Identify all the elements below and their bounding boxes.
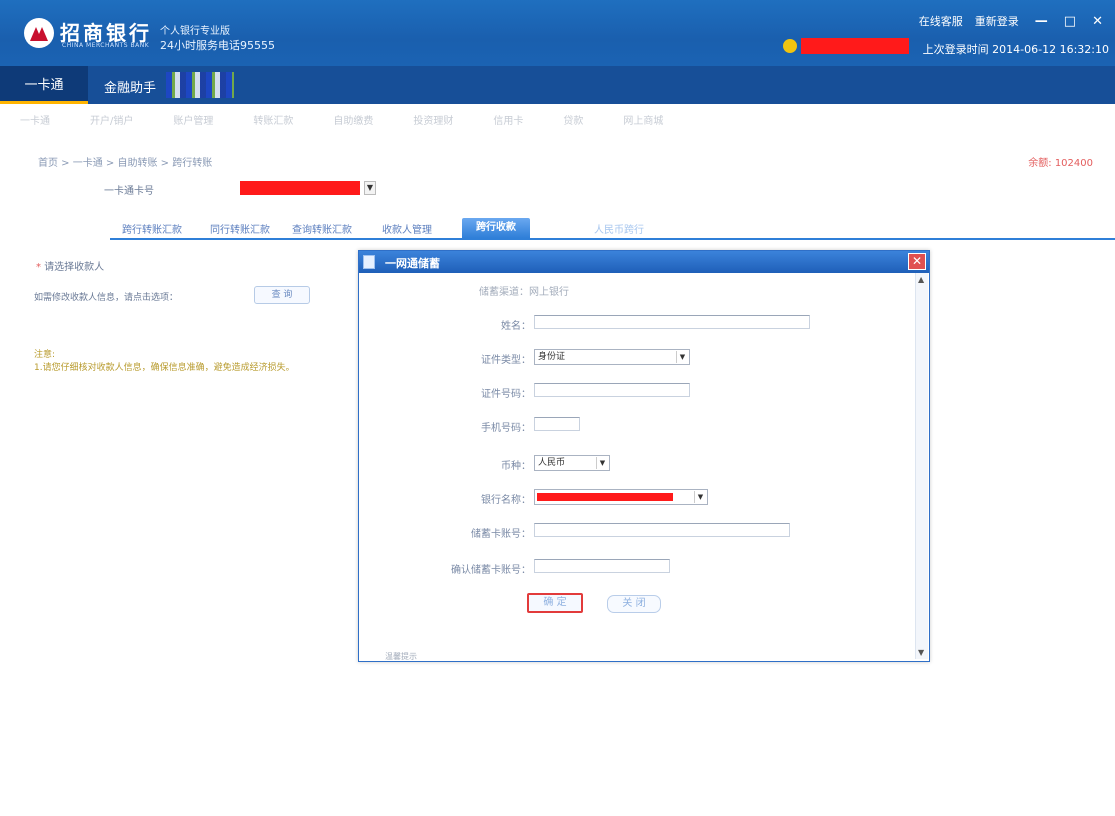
bank-logo-icon (24, 18, 54, 48)
subnav-item[interactable]: 贷款 (563, 112, 583, 127)
tab-query-transfer[interactable]: 查询转账汇款 (292, 221, 352, 236)
close-icon[interactable]: ✕ (908, 253, 926, 270)
dialog-title: 一网通储蓄 (385, 257, 440, 270)
subnav-item[interactable]: 投资理财 (413, 112, 453, 127)
redacted-bank-name (537, 493, 673, 501)
submit-button[interactable]: 确 定 (527, 593, 583, 613)
transfer-tabs: 跨行转账汇款 同行转账汇款 查询转账汇款 收款人管理 跨行收款 人民币跨行 (110, 218, 1115, 240)
currency-value: 人民币 (538, 458, 566, 468)
tab-interbank-transfer[interactable]: 跨行转账汇款 (122, 221, 182, 236)
online-service-link[interactable]: 在线客服 (919, 13, 963, 29)
chevron-down-icon[interactable]: ▼ (596, 457, 608, 469)
breadcrumb: 首页 > 一卡通 > 自助转账 > 跨行转账 (38, 158, 213, 169)
sub-nav: 一卡通 开户/销户 账户管理 转账汇款 自助缴费 投资理财 信用卡 贷款 网上商… (20, 112, 663, 127)
side-tip: 如需修改收款人信息，请点击选项： (34, 293, 179, 303)
tab-interbank-receive[interactable]: 跨行收款 (462, 218, 530, 238)
subnav-item[interactable]: 账户管理 (173, 112, 213, 127)
required-star-icon: * (36, 262, 41, 273)
channel-static: 储蓄渠道：网上银行 (479, 287, 569, 298)
chevron-down-icon[interactable]: ▼ (694, 491, 706, 503)
minimize-icon[interactable]: — (1035, 14, 1048, 29)
idtype-select[interactable]: 身份证 ▼ (534, 349, 690, 365)
query-button[interactable]: 查 询 (254, 286, 310, 304)
phone-label: 手机号码： (481, 423, 531, 434)
subnav-item[interactable]: 自助缴费 (333, 112, 373, 127)
idno-input[interactable] (534, 383, 690, 397)
confirm-account-input[interactable] (534, 559, 670, 573)
card-account-input[interactable] (534, 523, 790, 537)
chevron-down-icon[interactable]: ▼ (364, 181, 376, 195)
dialog-header: 一网通储蓄 ✕ (359, 251, 929, 273)
idtype-label: 证件类型： (481, 355, 531, 366)
chevron-down-icon[interactable]: ▼ (676, 351, 688, 363)
scroll-up-icon[interactable]: ▲ (918, 275, 924, 284)
dialog-scrollbar[interactable]: ▲ ▼ (915, 273, 928, 659)
scroll-down-icon[interactable]: ▼ (918, 648, 924, 657)
idtype-value: 身份证 (538, 352, 566, 362)
user-avatar-icon (783, 39, 797, 53)
edition-label: 个人银行专业版 (160, 26, 230, 37)
card-account-label: 储蓄卡账号： (471, 529, 531, 540)
close-button[interactable]: 关 闭 (607, 595, 661, 613)
top-header: 招商银行 CHINA MERCHANTS BANK 个人银行专业版 24小时服务… (0, 0, 1115, 66)
tab-payee-management[interactable]: 收款人管理 (382, 221, 432, 236)
tab-same-bank-transfer[interactable]: 同行转账汇款 (210, 221, 270, 236)
account-select[interactable]: ▼ (240, 181, 376, 195)
redacted-account-number (240, 181, 360, 195)
subnav-item[interactable]: 信用卡 (493, 112, 523, 127)
top-links: 在线客服 重新登录 — □ ✕ (919, 13, 1103, 29)
last-login-time: 上次登录时间 2014-06-12 16:32:10 (922, 43, 1109, 56)
relogin-link[interactable]: 重新登录 (975, 13, 1019, 29)
subnav-item[interactable]: 转账汇款 (253, 112, 293, 127)
bank-name-select[interactable]: ▼ (534, 489, 708, 505)
phone-input[interactable] (534, 417, 580, 431)
name-input[interactable] (534, 315, 810, 329)
nav-obscured-region (166, 72, 234, 98)
confirm-account-label: 确认储蓄卡账号： (451, 565, 531, 576)
currency-select[interactable]: 人民币 ▼ (534, 455, 610, 471)
balance-text: 余额: 102400 (1028, 158, 1093, 169)
bank-name-label: 银行名称： (481, 495, 531, 506)
dialog-footer-text: 温馨提示 (385, 652, 417, 661)
subnav-item[interactable]: 一卡通 (20, 112, 50, 127)
document-icon (363, 255, 375, 269)
payee-dialog: 一网通储蓄 ✕ ▲ ▼ 储蓄渠道：网上银行 姓名： 证件类型： 身份证 ▼ 证件… (358, 250, 930, 662)
hotline-label: 24小时服务电话95555 (160, 39, 275, 52)
subnav-item[interactable]: 网上商城 (623, 112, 663, 127)
account-label: 一卡通卡号 (104, 186, 154, 197)
currency-label: 币种： (501, 461, 531, 472)
name-label: 姓名： (501, 321, 531, 332)
payee-question: * 请选择收款人 (36, 258, 104, 273)
subnav-item[interactable]: 开户/销户 (90, 112, 133, 127)
idno-label: 证件号码： (481, 389, 531, 400)
nav-tab-finance-assistant[interactable]: 金融助手 (104, 77, 156, 96)
redacted-username (801, 38, 909, 54)
bank-subtitle: CHINA MERCHANTS BANK (62, 42, 150, 49)
user-info (783, 38, 909, 54)
tab-rmb-interbank[interactable]: 人民币跨行 (594, 221, 644, 236)
restore-icon[interactable]: □ (1064, 14, 1076, 29)
note-title: 注意: (34, 350, 56, 360)
nav-tab-yikatong[interactable]: 一卡通 (0, 66, 88, 104)
close-window-icon[interactable]: ✕ (1092, 14, 1103, 29)
payee-question-text: 请选择收款人 (44, 262, 105, 273)
note-body: 1.请您仔细核对收款人信息，确保信息准确，避免造成经济损失。 (34, 363, 295, 373)
main-nav: 一卡通 金融助手 (0, 66, 1115, 172)
